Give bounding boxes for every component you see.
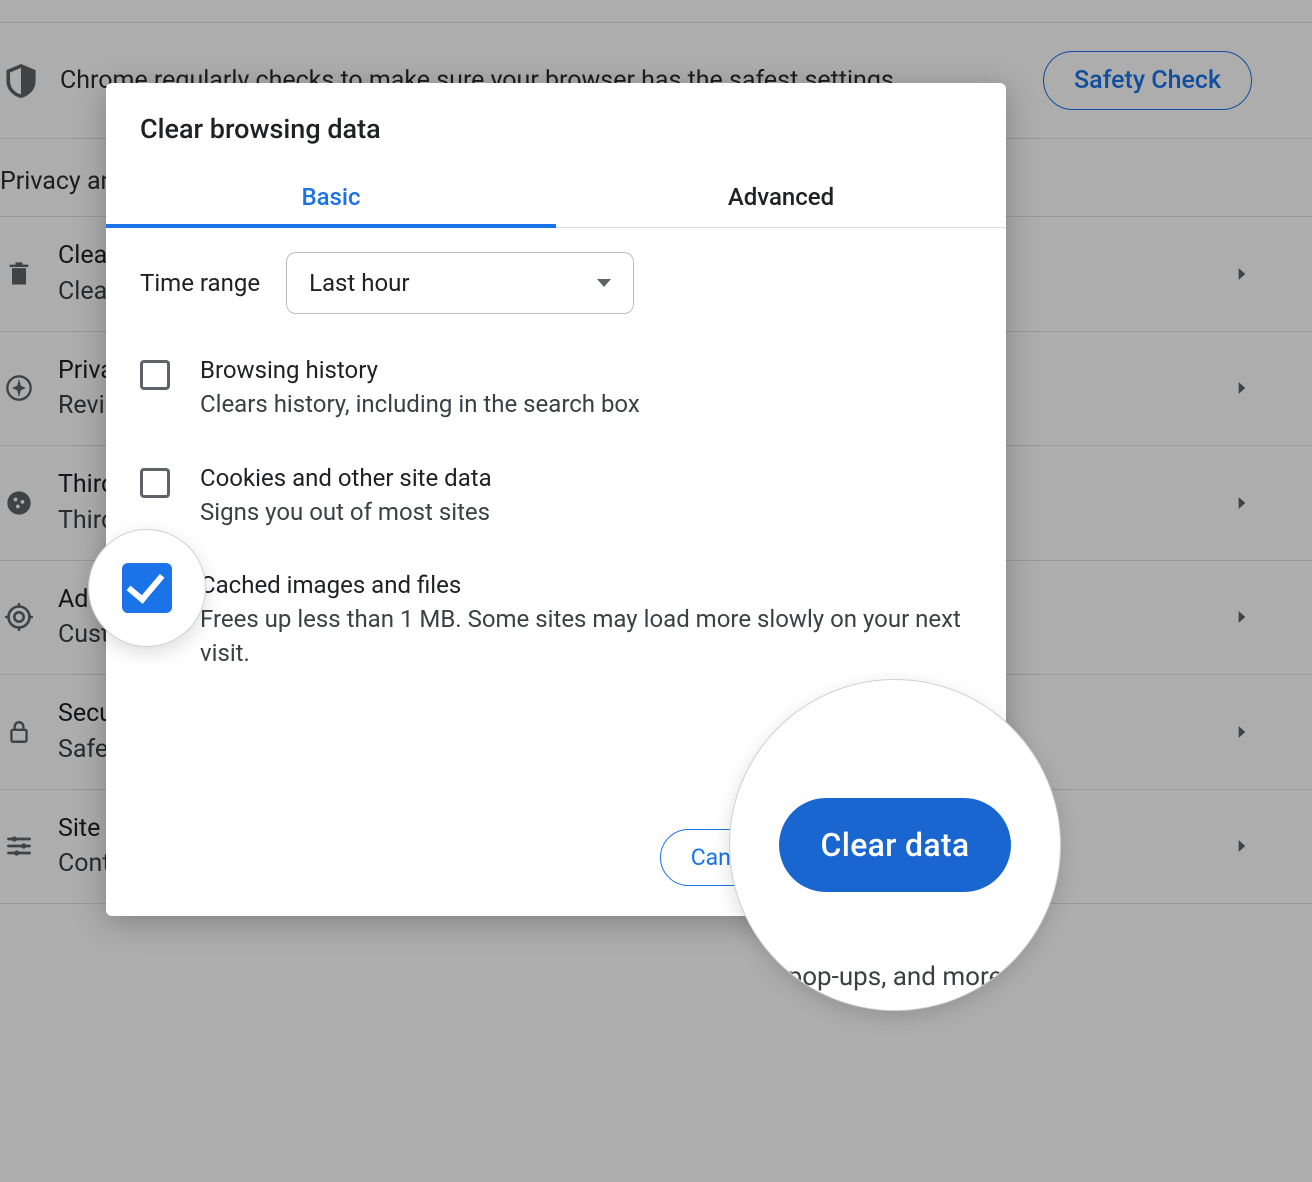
time-range-label: Time range: [140, 269, 260, 297]
option-sub: Frees up less than 1 MB. Some sites may …: [200, 603, 972, 670]
highlight-clear-data-circle: Clear data pop-ups, and more: [730, 680, 1060, 1010]
option-sub: Signs you out of most sites: [200, 496, 492, 530]
checkbox-cookies[interactable]: [140, 468, 170, 498]
checkbox-browsing-history[interactable]: [140, 360, 170, 390]
option-title: Browsing history: [200, 356, 640, 384]
tab-advanced[interactable]: Advanced: [556, 169, 1006, 227]
option-browsing-history: Browsing history Clears history, includi…: [140, 342, 972, 450]
option-sub: Clears history, including in the search …: [200, 388, 640, 422]
background-text-peek: pop-ups, and more: [788, 962, 1003, 992]
option-cookies: Cookies and other site data Signs you ou…: [140, 450, 972, 558]
highlight-checkbox-circle: [89, 530, 205, 646]
time-range-value: Last hour: [309, 269, 409, 297]
dialog-title: Clear browsing data: [106, 83, 1006, 169]
tab-basic[interactable]: Basic: [106, 169, 556, 227]
option-title: Cookies and other site data: [200, 464, 492, 492]
dialog-tabs: Basic Advanced: [106, 169, 1006, 228]
chevron-down-icon: [597, 279, 611, 287]
option-title: Cached images and files: [200, 571, 972, 599]
option-cached: Cached images and files Frees up less th…: [140, 557, 972, 698]
highlighted-clear-data-button[interactable]: Clear data: [779, 798, 1012, 892]
time-range-select[interactable]: Last hour: [286, 252, 634, 314]
highlighted-checked-icon: [122, 563, 172, 613]
